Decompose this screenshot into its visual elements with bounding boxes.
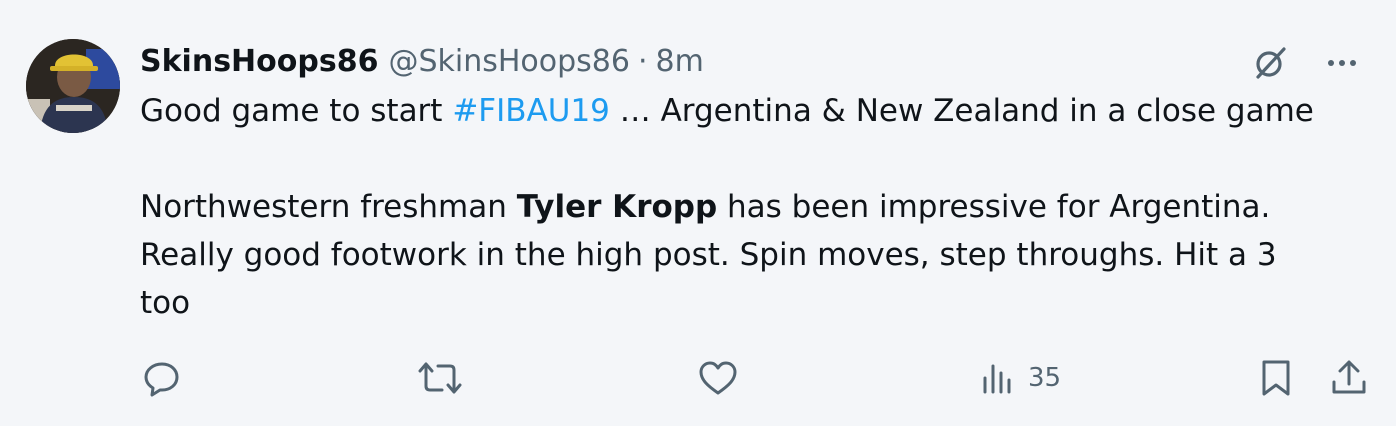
views-icon <box>983 364 1011 394</box>
tweet-text: Good game to start #FIBAU19 … Argentina … <box>140 87 1350 327</box>
tweet-card[interactable]: SkinsHoops86 @SkinsHoops86 · 8m Good gam… <box>2 3 1394 423</box>
separator-dot: · <box>637 43 648 79</box>
text-segment: … Argentina & New Zealand in a close gam… <box>609 93 1314 129</box>
more-icon[interactable] <box>1322 43 1362 83</box>
tweet-line-3: Really good footwork in the high post. S… <box>140 237 1277 273</box>
bookmark-button[interactable] <box>1256 353 1296 403</box>
share-button[interactable] <box>1328 353 1370 403</box>
timestamp[interactable]: 8m <box>656 44 704 79</box>
grok-icon[interactable] <box>1250 43 1290 83</box>
paragraph-break <box>140 135 1350 183</box>
retweet-button[interactable] <box>416 353 464 403</box>
avatar[interactable] <box>26 39 120 133</box>
tweet-line-2: Northwestern freshman Tyler Kropp has be… <box>140 183 1350 231</box>
tweet-header: SkinsHoops86 @SkinsHoops86 · 8m <box>140 41 704 81</box>
hashtag-link[interactable]: #FIBAU19 <box>452 93 610 129</box>
reply-button[interactable] <box>140 353 184 403</box>
like-button[interactable] <box>696 353 740 403</box>
tweet-line-4: too <box>140 285 191 321</box>
action-bar: 35 <box>2 353 1394 403</box>
avatar-image <box>26 39 120 133</box>
like-icon <box>699 361 737 395</box>
user-handle[interactable]: @SkinsHoops86 <box>388 44 630 79</box>
views-count: 35 <box>1028 363 1062 393</box>
share-icon <box>1332 360 1366 394</box>
text-segment: Good game to start <box>140 93 453 129</box>
text-segment: Northwestern freshman <box>140 189 517 225</box>
bookmark-icon <box>1262 360 1290 396</box>
views-button[interactable]: 35 <box>980 353 1061 403</box>
reply-icon <box>144 362 179 397</box>
bold-name: Tyler Kropp <box>516 189 718 225</box>
retweet-icon <box>418 362 462 394</box>
tweet-line-1: Good game to start #FIBAU19 … Argentina … <box>140 87 1350 135</box>
text-segment: has been impressive for Argentina. <box>717 189 1271 225</box>
display-name[interactable]: SkinsHoops86 <box>140 44 378 79</box>
top-right-actions <box>1250 43 1362 83</box>
